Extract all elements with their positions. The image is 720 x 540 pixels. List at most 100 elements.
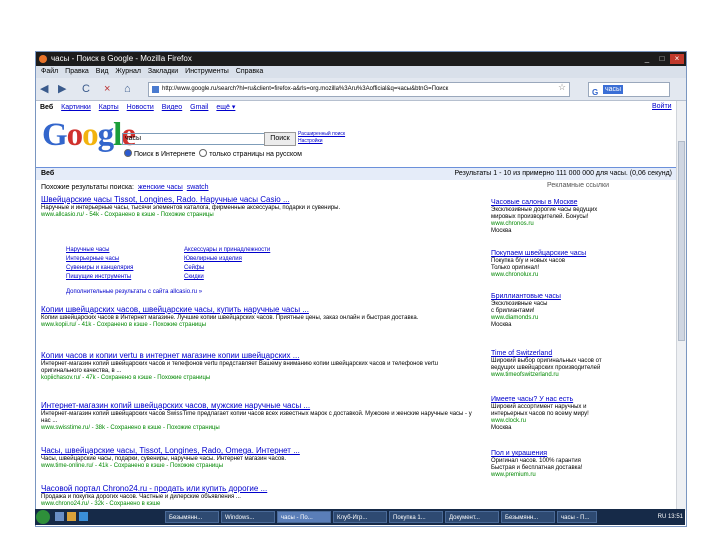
ad-url[interactable]: www.premium.ru [491, 472, 671, 479]
gbar-gmail[interactable]: Gmail [190, 104, 208, 111]
search-input[interactable]: часы [122, 133, 266, 145]
reload-icon[interactable]: C [82, 82, 90, 96]
advanced-search-link[interactable]: Расширенный поиск [298, 131, 345, 138]
ad-url[interactable]: www.chronolux.ru [491, 272, 671, 279]
gbar-news[interactable]: Новости [127, 104, 154, 111]
bookmark-star-icon[interactable]: ☆ [558, 82, 566, 93]
quicklaunch-icon[interactable] [67, 512, 76, 521]
result-url[interactable]: www.time-online.ru/ - 41k - Сохранено в … [41, 463, 473, 470]
sitelink[interactable]: Аксессуары и принадлежности [184, 246, 270, 254]
home-icon[interactable]: ⌂ [124, 82, 131, 96]
result-title[interactable]: Часовой портал Chrono24.ru - продать или… [41, 484, 473, 494]
result-url[interactable]: www.kopii.ru/ - 41k - Сохранено в кэше -… [41, 322, 473, 329]
search-engine-icon[interactable]: G [592, 86, 598, 99]
ad-text: ведущих швейцарских производителей [491, 365, 601, 371]
result-title[interactable]: Часы, швейцарские часы, Tissot, Longines… [41, 446, 473, 456]
browser-search-box[interactable]: G часы [588, 82, 670, 97]
result-snippet: Копии швейцарских часов в Интернет магаз… [41, 315, 419, 321]
radio-russian[interactable] [199, 149, 208, 157]
taskbar-button[interactable]: Windows... [221, 511, 275, 523]
sitelink[interactable]: Скидки [184, 273, 204, 281]
result-snippet: Часы, швейцарские часы, подарки, сувенир… [41, 456, 287, 462]
menu-edit[interactable]: Правка [65, 68, 89, 75]
url-bar[interactable]: http://www.google.ru/search?hl=ru&client… [148, 82, 570, 97]
search-button[interactable]: Поиск [264, 132, 296, 146]
sitelink[interactable]: Пишущие инструменты [66, 273, 131, 281]
search-result: Часы, швейцарские часы, Tissot, Longines… [41, 446, 473, 470]
menu-file[interactable]: Файл [41, 68, 58, 75]
menu-history[interactable]: Журнал [115, 68, 141, 75]
search-result: Часовой портал Chrono24.ru - продать или… [41, 484, 473, 508]
sitelink[interactable]: Интерьерные часы [66, 255, 119, 263]
ad-text: Широкий ассортимент наручных и [491, 404, 587, 410]
menu-bookmarks[interactable]: Закладки [148, 68, 178, 75]
navigation-bar: ◀ ▶ C × ⌂ http://www.google.ru/search?hl… [36, 78, 686, 101]
taskbar: Безымянн... Windows... часы - По... Клуб… [35, 509, 685, 525]
result-url[interactable]: www.swisstime.ru/ - 38k - Сохранено в кэ… [41, 425, 473, 432]
taskbar-button[interactable]: Безымянн... [501, 511, 555, 523]
browser-window: часы - Поиск в Google - Mozilla Firefox … [35, 51, 687, 527]
result-url[interactable]: www.allcasio.ru/ - 54k - Сохранено в кэш… [41, 212, 473, 219]
gbar-video[interactable]: Видео [162, 104, 182, 111]
result-url[interactable]: www.chrono24.ru/ - 32k - Сохранено в кэш… [41, 501, 473, 508]
related-link[interactable]: женские часы [138, 184, 183, 191]
forward-icon[interactable]: ▶ [58, 82, 66, 96]
scrollbar-thumb[interactable] [678, 141, 685, 341]
ad-url[interactable]: www.clock.ru [491, 418, 671, 425]
related-link[interactable]: swatch [187, 184, 209, 191]
start-button[interactable] [36, 510, 50, 524]
taskbar-button[interactable]: часы - По... [277, 511, 331, 523]
result-title[interactable]: Копии швейцарских часов, швейцарские час… [41, 305, 473, 315]
radio-web[interactable] [124, 149, 132, 157]
ad-text: Эксклюзивные дорогие часы ведущих [491, 207, 598, 213]
result-url[interactable]: kopiichasov.ru/ - 47k - Сохранено в кэше… [41, 375, 473, 382]
quicklaunch-icon[interactable] [55, 512, 64, 521]
ad-text: с брилиантами! [491, 308, 535, 314]
back-icon[interactable]: ◀ [40, 82, 48, 96]
ad-url[interactable]: www.timeofswitzerland.ru [491, 372, 671, 379]
settings-link[interactable]: Настройки [298, 138, 345, 145]
ad-title[interactable]: Покупаем швейцарские часы [491, 249, 671, 258]
ad-url[interactable]: www.chronos.ru [491, 221, 671, 228]
result-snippet: Интернет-магазин копий швейцарских часов… [41, 411, 472, 424]
ad-text: мировых производителей. Бонусы! [491, 214, 589, 220]
taskbar-button[interactable]: Безымянн... [165, 511, 219, 523]
title-bar: часы - Поиск в Google - Mozilla Firefox … [36, 52, 686, 66]
taskbar-button[interactable]: часы - П... [557, 511, 597, 523]
gbar-web[interactable]: Веб [40, 104, 53, 111]
ad-title[interactable]: Бриллиантовые часы [491, 292, 671, 301]
ad-title[interactable]: Пол и украшения [491, 449, 671, 458]
gbar-more[interactable]: ещё ▾ [216, 104, 235, 111]
maximize-button[interactable]: □ [655, 54, 669, 64]
menu-help[interactable]: Справка [236, 68, 263, 75]
sitelink[interactable]: Ювелирные изделия [184, 255, 242, 263]
sitelink[interactable]: Сувениры и канцелярия [66, 264, 133, 272]
system-tray-clock[interactable]: RU 13:51 [658, 511, 683, 523]
result-title[interactable]: Швейцарские часы Tissot, Longines, Rado.… [41, 195, 473, 205]
vertical-scrollbar[interactable] [676, 101, 686, 511]
menu-tools[interactable]: Инструменты [185, 68, 229, 75]
ad-url[interactable]: www.diamonds.ru [491, 315, 671, 322]
result-title[interactable]: Копии часов и копии vertu в интернет маг… [41, 351, 473, 361]
radio-russian-label: только страницы на русском [209, 151, 302, 158]
sign-in-link[interactable]: Войти [652, 103, 672, 110]
close-button[interactable]: × [670, 54, 684, 64]
ad-title[interactable]: Часовые салоны в Москве [491, 198, 671, 207]
ad-title[interactable]: Имеете часы? У нас есть [491, 395, 671, 404]
minimize-button[interactable]: _ [640, 54, 654, 64]
more-results-link[interactable]: Дополнительные результаты с сайта allcas… [66, 289, 202, 295]
taskbar-button[interactable]: Клуб-Игр... [333, 511, 387, 523]
gbar-images[interactable]: Картинки [61, 104, 91, 111]
ad-text: Только оригинал! [491, 265, 540, 271]
browser-search-value: часы [603, 85, 624, 94]
gbar-maps[interactable]: Карты [99, 104, 119, 111]
taskbar-button[interactable]: Покупка 1... [389, 511, 443, 523]
result-title[interactable]: Интернет-магазин копий швейцарских часов… [41, 401, 473, 411]
stop-icon[interactable]: × [104, 82, 110, 96]
sitelink[interactable]: Сейфы [184, 264, 204, 272]
sitelink[interactable]: Наручные часы [66, 246, 109, 254]
menu-view[interactable]: Вид [96, 68, 109, 75]
quicklaunch-icon[interactable] [79, 512, 88, 521]
ad-title[interactable]: Time of Switzerland [491, 349, 671, 358]
taskbar-button[interactable]: Документ... [445, 511, 499, 523]
